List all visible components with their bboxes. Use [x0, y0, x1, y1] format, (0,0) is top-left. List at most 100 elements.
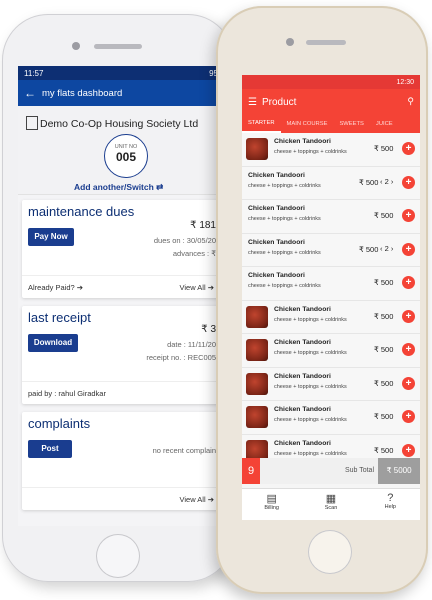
search-icon[interactable]: ⚲	[407, 96, 414, 107]
speaker	[306, 40, 346, 45]
product-name: Chicken Tandoori	[248, 272, 305, 279]
product-row[interactable]: Chicken Tandoori cheese + toppings + cold…	[242, 267, 420, 301]
tab-main-course[interactable]: MAIN COURSE	[281, 115, 334, 133]
hamburger-menu-icon[interactable]: ☰	[248, 97, 262, 108]
add-to-cart-button[interactable]: +	[402, 410, 415, 423]
building-icon	[26, 116, 38, 130]
view-all-link[interactable]: View All ➔	[180, 495, 215, 504]
add-to-cart-button[interactable]: +	[402, 242, 415, 256]
arrow-left-icon[interactable]: ←	[24, 86, 42, 100]
product-description: cheese + toppings + coldrinks	[248, 182, 321, 189]
tab-starter[interactable]: STARTER	[242, 115, 281, 133]
product-description: cheese + toppings + coldrinks	[274, 450, 347, 457]
status-bar: 11:57 95	[18, 66, 224, 80]
maintenance-card: maintenance dues Pay Now ₹ 181 dues on :…	[22, 200, 220, 298]
camera	[286, 38, 294, 46]
product-name: Chicken Tandoori	[274, 406, 331, 413]
right-screen: 12:30 ☰ Product ⚲ STARTER MAIN COURSE SWEE…	[242, 75, 420, 520]
product-name: Chicken Tandoori	[274, 372, 331, 380]
product-price: ₹ 500	[374, 445, 394, 455]
add-to-cart-button[interactable]: +	[402, 142, 415, 155]
product-name: Chicken Tandoori	[248, 238, 305, 246]
quantity-stepper[interactable]: ‹ 2 ›	[380, 244, 393, 253]
product-price: ₹ 500	[359, 177, 379, 187]
complaints-card: complaints Post no recent complain View …	[22, 412, 220, 510]
tab-juice[interactable]: JUICE	[370, 115, 399, 133]
unit-number: 005	[115, 150, 137, 164]
maintenance-title: maintenance dues	[28, 204, 135, 219]
view-all-link[interactable]: View All ➔	[180, 283, 215, 292]
product-list: Chicken Tandoori cheese + toppings + cold…	[242, 133, 420, 468]
product-name: Chicken Tandoori	[248, 205, 305, 212]
product-description: cheese + toppings + coldrinks	[274, 417, 347, 423]
receipt-icon: ▤	[266, 493, 277, 505]
product-thumbnail	[246, 406, 268, 428]
post-button[interactable]: Post	[28, 440, 72, 458]
total-button[interactable]: ₹ 5000	[378, 458, 420, 484]
product-description: cheese + toppings + coldrinks	[274, 383, 347, 390]
bottom-nav: ▤ Billing ▦ Scan? Help	[242, 488, 420, 520]
add-to-cart-button[interactable]: +	[402, 175, 415, 189]
card-footer: Already Paid? ➔ View All ➔	[22, 275, 220, 298]
add-to-cart-button[interactable]: +	[402, 443, 415, 457]
add-to-cart-button[interactable]: +	[402, 376, 415, 390]
tab-sweets[interactable]: SWEETS	[333, 115, 369, 133]
product-price: ₹ 500	[374, 378, 394, 388]
product-row[interactable]: Chicken Tandoori cheese + toppings + cold…	[242, 300, 420, 334]
product-name: Chicken Tandoori	[274, 305, 331, 313]
nav-label: Help	[384, 504, 396, 510]
product-price: ₹ 500	[374, 345, 394, 354]
product-thumbnail	[246, 138, 268, 160]
nav-billing[interactable]: ▤ Billing	[242, 489, 301, 520]
cart-count[interactable]: 9	[242, 458, 260, 484]
add-to-cart-button[interactable]: +	[402, 309, 415, 323]
add-to-cart-button[interactable]: +	[402, 343, 415, 356]
card-footer: paid by : rahul Giradkar	[22, 381, 220, 404]
page-title: Product	[262, 96, 297, 108]
add-to-cart-button[interactable]: +	[402, 209, 415, 222]
receipt-title: last receipt	[28, 310, 91, 325]
product-row[interactable]: Chicken Tandoori cheese + toppings + cold…	[242, 367, 420, 401]
product-price: ₹ 500	[359, 244, 379, 254]
product-row[interactable]: Chicken Tandoori cheese + toppings + cold…	[242, 133, 420, 167]
product-name: Chicken Tandoori	[274, 138, 331, 145]
already-paid-link[interactable]: Already Paid? ➔	[28, 283, 83, 292]
speaker	[94, 44, 142, 49]
home-button[interactable]	[308, 530, 352, 574]
complaints-note: no recent complain	[152, 446, 216, 455]
app-bar: ☰ Product ⚲	[242, 89, 420, 115]
product-description: cheese + toppings + coldrinks	[274, 350, 347, 356]
paid-by: paid by : rahul Giradkar	[28, 389, 106, 398]
home-button[interactable]	[96, 534, 140, 578]
product-price: ₹ 500	[374, 278, 394, 287]
product-description: cheese + toppings + coldrinks	[274, 149, 347, 155]
status-bar: 12:30	[242, 75, 420, 89]
switch-link[interactable]: Add another/Switch ⇄	[74, 182, 163, 193]
product-price: ₹ 500	[374, 412, 394, 421]
product-description: cheese + toppings + coldrinks	[248, 216, 321, 222]
category-tabs: STARTER MAIN COURSE SWEETS JUICE	[242, 115, 420, 133]
dues-date: dues on : 30/05/20	[153, 236, 216, 245]
product-price: ₹ 500	[374, 211, 394, 220]
product-description: cheese + toppings + coldrinks	[274, 316, 347, 323]
pay-now-button[interactable]: Pay Now	[28, 228, 74, 246]
left-screen: 11:57 95 ← my flats dashboard Demo Co-Op…	[18, 66, 224, 526]
product-row[interactable]: Chicken Tandoori cheese + toppings + cold…	[242, 200, 420, 234]
add-to-cart-button[interactable]: +	[402, 276, 415, 289]
product-description: cheese + toppings + coldrinks	[248, 283, 321, 289]
nav-scan[interactable]: ▦ Scan	[301, 489, 360, 520]
qr-code-icon: ▦	[325, 493, 337, 505]
product-name: Chicken Tandoori	[274, 339, 331, 346]
product-row[interactable]: Chicken Tandoori cheese + toppings + cold…	[242, 334, 420, 368]
receipt-number: receipt no. : REC005	[146, 353, 216, 362]
download-button[interactable]: Download	[28, 334, 78, 352]
app-bar: ← my flats dashboard	[18, 80, 224, 106]
product-row[interactable]: Chicken Tandoori cheese + toppings + cold…	[242, 401, 420, 435]
status-time: 12:30	[396, 78, 414, 86]
nav-help[interactable]: ? Help	[361, 489, 420, 520]
product-row[interactable]: Chicken Tandoori cheese + toppings + cold…	[242, 233, 420, 267]
product-row[interactable]: Chicken Tandoori cheese + toppings + cold…	[242, 166, 420, 200]
product-price: ₹ 500	[374, 144, 394, 153]
subtotal-label: Sub Total	[344, 467, 374, 474]
quantity-stepper[interactable]: ‹ 2 ›	[380, 177, 393, 186]
